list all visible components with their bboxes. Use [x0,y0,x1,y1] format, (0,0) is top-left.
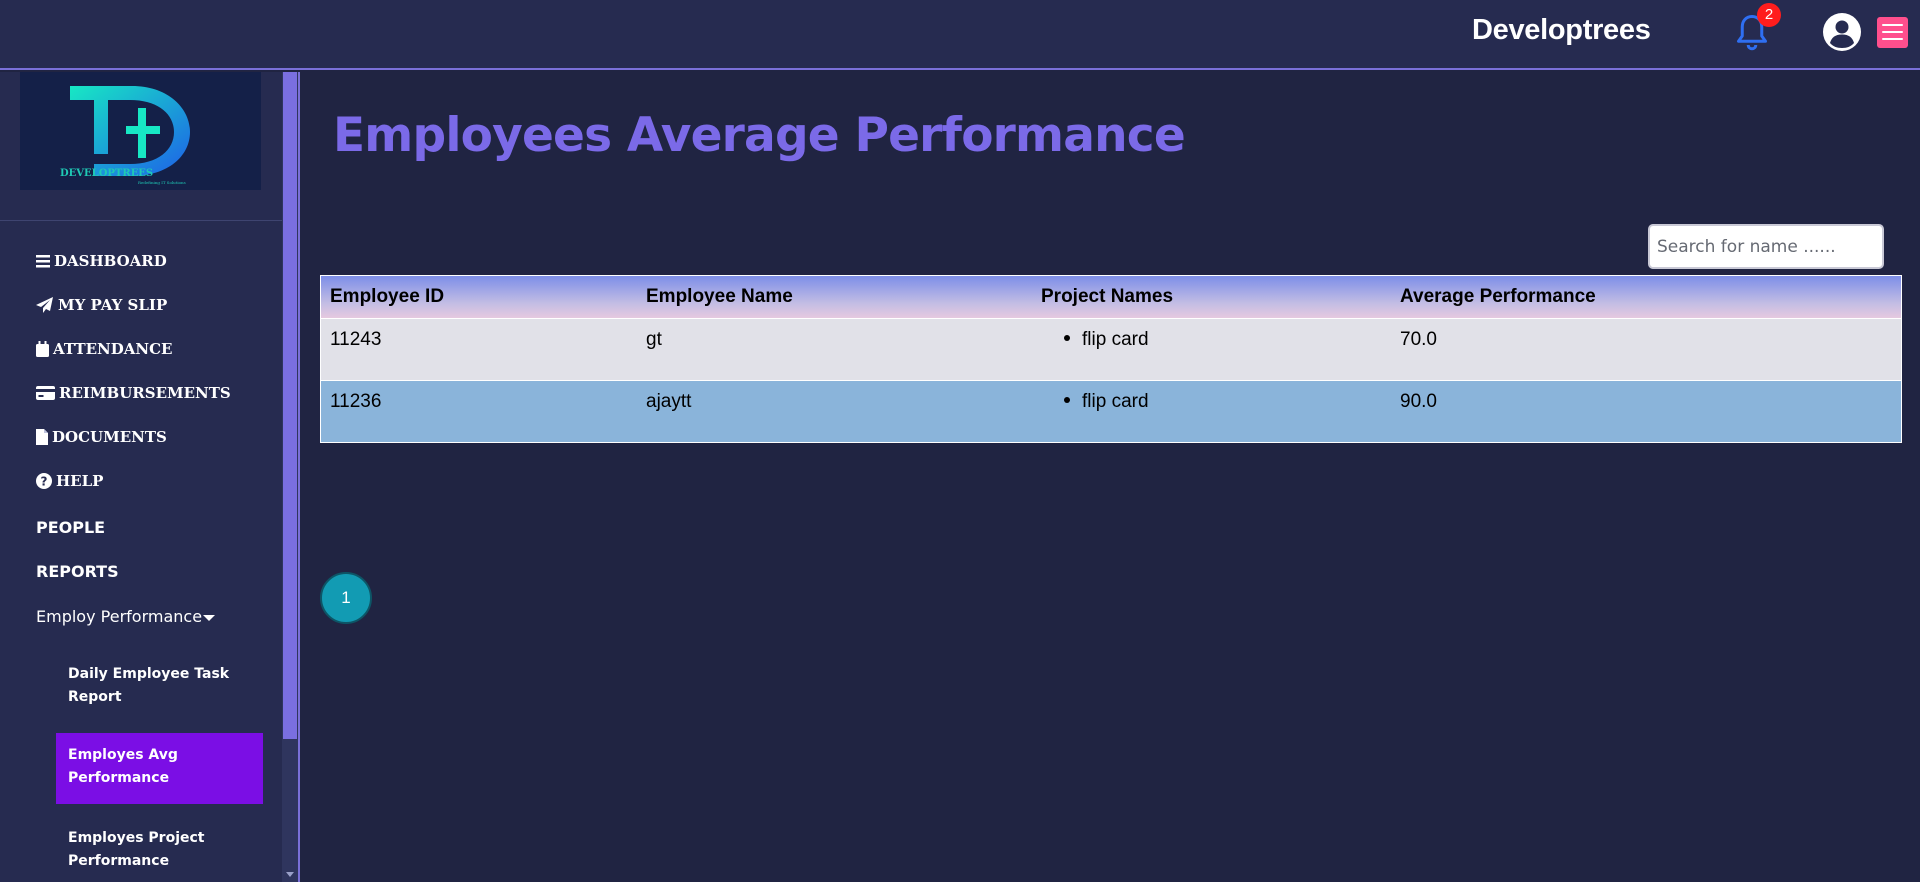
sidebar-item-reports[interactable]: REPORTS [36,562,119,581]
sidebar-item-label: MY PAY SLIP [58,296,168,314]
file-icon [36,429,48,445]
cell-average-performance: 70.0 [1400,329,1437,350]
column-header-average-performance[interactable]: Average Performance [1400,286,1596,308]
sidebar-subitem-avg-performance[interactable]: Employes Avg Performance [56,733,263,804]
table-header: Employee ID Employee Name Project Names … [321,276,1901,318]
cell-employee-id: 11236 [330,391,382,412]
cell-project-names: flip card [1064,391,1149,413]
cell-employee-id: 11243 [330,329,382,350]
sidebar-item-label: DOCUMENTS [52,428,167,446]
sidebar-item-label: ATTENDANCE [53,340,173,358]
sidebar: DEVELOPTREES Redefining IT Solutions DAS… [0,72,282,882]
sidebar-subitem-daily-task-report[interactable]: Daily Employee Task Report [56,663,263,709]
performance-table: Employee ID Employee Name Project Names … [320,275,1902,443]
table-row[interactable]: 11243 gt flip card 70.0 [321,318,1901,380]
sidebar-item-label: REIMBURSEMENTS [59,384,231,402]
column-header-employee-id[interactable]: Employee ID [330,286,444,308]
project-list-item: flip card [1064,329,1149,351]
company-logo[interactable]: DEVELOPTREES Redefining IT Solutions [20,72,261,190]
sidebar-subitem-project-performance[interactable]: Employes Project Performance [56,827,263,873]
search-input[interactable] [1648,224,1884,269]
hamburger-icon[interactable] [1877,17,1908,48]
calendar-icon [36,341,49,357]
content-divider [298,72,300,882]
credit-card-icon [36,386,55,400]
cell-employee-name: gt [646,329,662,350]
caret-down-icon [203,614,216,621]
sidebar-item-label: DASHBOARD [54,252,167,270]
cell-average-performance: 90.0 [1400,391,1437,412]
cell-employee-name: ajaytt [646,391,692,412]
sidebar-scrollbar-thumb[interactable] [283,72,297,739]
scroll-down-icon[interactable] [286,872,294,877]
paper-plane-icon [36,297,53,313]
table-row[interactable]: 11236 ajaytt flip card 90.0 [321,380,1901,442]
sidebar-item-people[interactable]: PEOPLE [36,518,105,537]
sidebar-item-dashboard[interactable]: DASHBOARD [36,252,167,270]
pagination-page-button[interactable]: 1 [320,572,372,624]
sidebar-item-employ-performance[interactable]: Employ Performance [36,607,216,626]
project-list-item: flip card [1064,391,1149,413]
sidebar-item-my-pay-slip[interactable]: MY PAY SLIP [36,296,167,314]
svg-text:?: ? [41,475,48,489]
cell-project-names: flip card [1064,329,1149,351]
sidebar-item-label: Employ Performance [36,607,203,626]
sidebar-item-reimbursements[interactable]: REIMBURSEMENTS [36,384,231,402]
logo-graphic: DEVELOPTREES Redefining IT Solutions [60,86,190,185]
sidebar-item-help[interactable]: ? HELP [36,472,103,490]
notification-badge: 2 [1757,3,1781,27]
user-circle-icon[interactable] [1822,12,1862,52]
question-circle-icon: ? [36,473,52,489]
page-title: Employees Average Performance [333,108,1186,163]
logo-text: DEVELOPTREES [60,168,153,179]
column-header-project-names[interactable]: Project Names [1041,286,1173,308]
sidebar-item-label: HELP [56,472,104,490]
sidebar-item-attendance[interactable]: ATTENDANCE [36,340,172,358]
logo-tagline: Redefining IT Solutions [138,180,186,185]
column-header-employee-name[interactable]: Employee Name [646,286,793,308]
bars-icon [36,254,50,267]
sidebar-divider [0,220,282,221]
brand-name: Developtrees [1472,14,1651,46]
top-bar: Developtrees 2 [0,0,1920,70]
sidebar-item-documents[interactable]: DOCUMENTS [36,428,167,446]
